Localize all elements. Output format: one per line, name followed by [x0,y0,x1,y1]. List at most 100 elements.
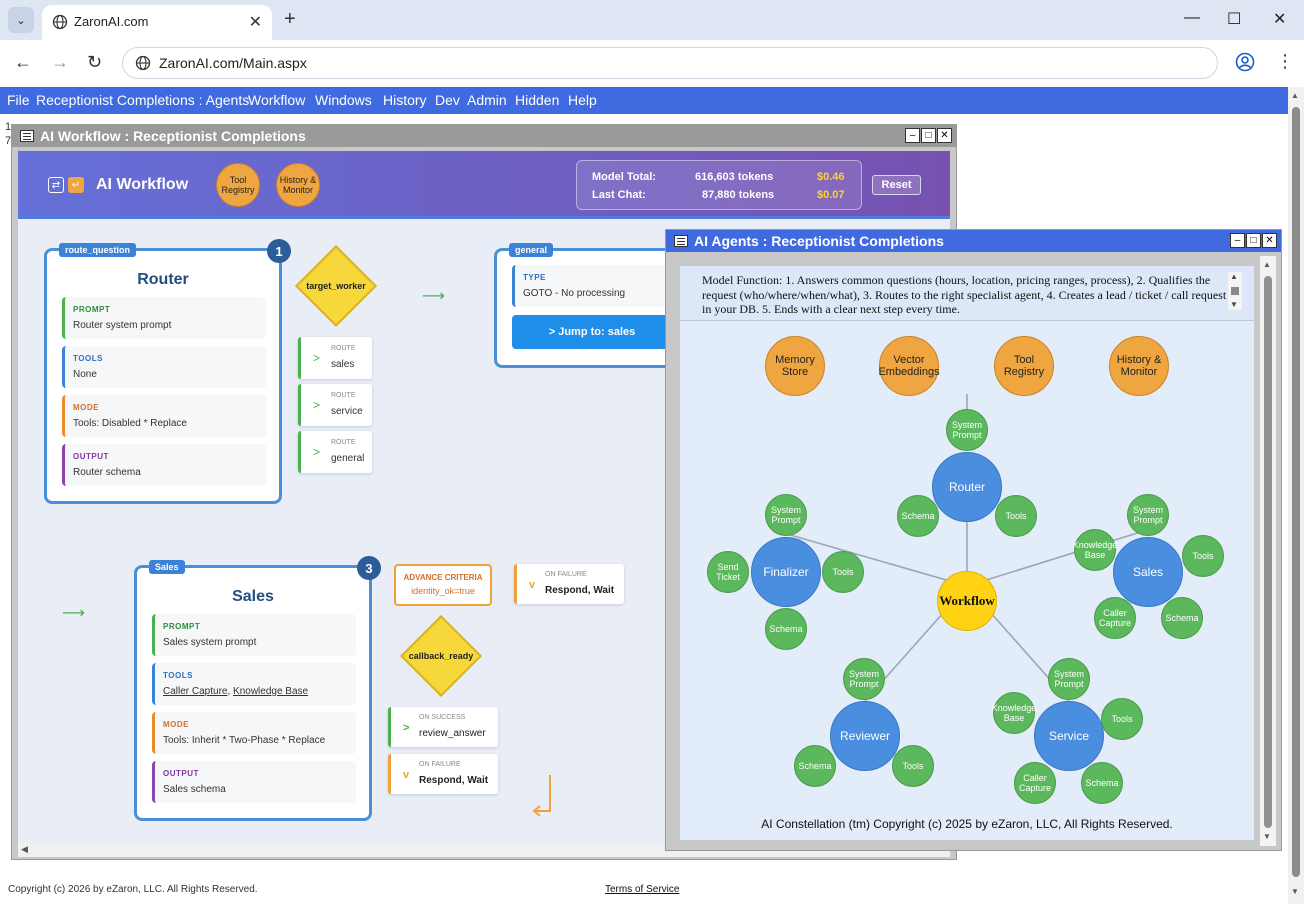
close-icon[interactable]: ✕ [937,128,952,143]
router-schema[interactable]: Schema [897,495,939,537]
service-knowledge-base[interactable]: Knowledge Base [992,692,1036,734]
browser-tab[interactable]: ZaronAI.com ✕ [42,5,272,40]
service-system-prompt[interactable]: System Prompt [1048,658,1090,700]
prompt-section[interactable]: PROMPT Sales system prompt [152,614,356,656]
finalizer-send-ticket[interactable]: Send Ticket [707,551,749,593]
history-monitor-button[interactable]: History & Monitor [276,163,320,207]
reviewer-system-prompt[interactable]: System Prompt [843,658,885,700]
sales-knowledge-base[interactable]: Knowledge Base [1073,529,1117,571]
scroll-down-icon[interactable]: ▼ [1263,832,1271,841]
scroll-left-icon[interactable]: ◀ [21,844,28,855]
service-caller-capture[interactable]: Caller Capture [1014,762,1056,804]
chevron-down-icon[interactable]: ⌄ [8,7,34,33]
reset-button[interactable]: Reset [872,175,921,195]
agent-reviewer[interactable]: Reviewer [830,701,900,771]
output-section[interactable]: OUTPUT Sales schema [152,761,356,803]
menu-hidden[interactable]: Hidden [515,92,559,108]
terms-of-service-link[interactable]: Terms of Service [605,884,679,895]
menu-agents[interactable]: Receptionist Completions : Agents [36,92,249,108]
back-icon[interactable]: ← [14,52,32,73]
close-icon[interactable]: ✕ [1262,233,1277,248]
tool-registry-button[interactable]: Tool Registry [216,163,260,207]
tools-section[interactable]: TOOLS None [62,346,266,388]
minimize-icon[interactable]: – [1230,233,1245,248]
router-tools[interactable]: Tools [995,495,1037,537]
tool-registry-orb[interactable]: Tool Registry [994,336,1054,396]
sales-schema[interactable]: Schema [1161,597,1203,639]
reviewer-schema[interactable]: Schema [794,745,836,787]
address-bar[interactable]: ZaronAI.com/Main.aspx [122,47,1218,79]
advance-criteria[interactable]: ADVANCE CRITERIA identity_ok=true [394,564,492,606]
plus-icon[interactable]: + [284,8,296,31]
agent-sales[interactable]: Sales [1113,537,1183,607]
menu-windows[interactable]: Windows [315,92,372,108]
jump-to-sales-button[interactable]: > Jump to: sales [512,315,672,349]
mode-section[interactable]: MODE Tools: Disabled * Replace [62,395,266,437]
route-service[interactable]: > ROUTE service [298,384,372,426]
scroll-up-icon[interactable]: ▲ [1291,91,1299,100]
on-failure-box[interactable]: v ON FAILURE Respond, Wait [388,754,498,794]
history-monitor-orb[interactable]: History & Monitor [1109,336,1169,396]
kebab-menu-icon[interactable]: ⋮ [1276,51,1294,72]
agents-scrollbar[interactable]: ▲ ▼ [1260,256,1276,846]
menu-admin[interactable]: Admin [467,92,507,108]
swap-icon[interactable]: ⇄ [48,177,64,193]
page-scrollbar[interactable]: ▲ ▼ [1288,87,1304,904]
menu-help[interactable]: Help [568,92,597,108]
menu-history[interactable]: History [383,92,427,108]
maximize-icon[interactable]: □ [921,128,936,143]
close-window-icon[interactable]: ✕ [1273,9,1286,29]
tools-section[interactable]: TOOLS Caller Capture, Knowledge Base [152,663,356,705]
scroll-thumb[interactable] [1264,276,1272,828]
scroll-up-icon[interactable]: ▲ [1263,260,1271,269]
sales-node[interactable]: Sales 3 Sales PROMPT Sales system prompt… [134,556,381,821]
route-value: service [331,406,363,417]
menu-workflow[interactable]: Workflow [248,92,305,108]
window-menu-icon[interactable] [20,130,34,142]
vector-embeddings-orb[interactable]: Vector Embeddings [878,336,940,396]
memory-store-orb[interactable]: Memory Store [765,336,825,396]
agent-router[interactable]: Router [932,452,1002,522]
route-general[interactable]: > ROUTE general [298,431,372,473]
agent-service[interactable]: Service [1034,701,1104,771]
agents-window-titlebar[interactable]: AI Agents : Receptionist Completions – □… [666,230,1281,252]
tool-link-knowledge-base[interactable]: Knowledge Base [233,686,308,697]
agent-finalizer[interactable]: Finalizer [751,537,821,607]
sales-caller-capture[interactable]: Caller Capture [1094,597,1136,639]
reviewer-tools[interactable]: Tools [892,745,934,787]
workflow-hub[interactable]: Workflow [937,571,997,631]
service-tools[interactable]: Tools [1101,698,1143,740]
service-schema[interactable]: Schema [1081,762,1123,804]
site-info-icon[interactable] [135,55,151,71]
route-value: sales [331,359,355,370]
finalizer-system-prompt[interactable]: System Prompt [765,494,807,536]
finalizer-schema[interactable]: Schema [765,608,807,650]
finalizer-tools[interactable]: Tools [822,551,864,593]
menu-file[interactable]: File [7,92,30,108]
maximize-icon[interactable]: □ [1246,233,1261,248]
route-sales[interactable]: > ROUTE sales [298,337,372,379]
on-failure-box[interactable]: v ON FAILURE Respond, Wait [514,564,624,604]
window-menu-icon[interactable] [674,235,688,247]
close-icon[interactable]: ✕ [249,12,262,32]
menu-dev[interactable]: Dev [435,92,460,108]
scroll-thumb[interactable] [1292,107,1300,877]
sales-system-prompt[interactable]: System Prompt [1127,494,1169,536]
profile-icon[interactable] [1235,52,1255,72]
mode-section[interactable]: MODE Tools: Inherit * Two-Phase * Replac… [152,712,356,754]
workflow-window-titlebar[interactable]: AI Workflow : Receptionist Completions –… [12,125,956,147]
minimize-icon[interactable]: — [1184,9,1200,27]
prompt-section[interactable]: PROMPT Router system prompt [62,297,266,339]
sales-tools[interactable]: Tools [1182,535,1224,577]
tool-link-caller-capture[interactable]: Caller Capture [163,686,227,697]
reload-icon[interactable]: ↻ [87,52,102,73]
forward-icon[interactable]: → [51,52,69,73]
router-node[interactable]: route_question 1 Router PROMPT Router sy… [44,239,291,504]
maximize-icon[interactable]: ☐ [1227,9,1241,29]
return-icon[interactable]: ↵ [68,177,84,193]
on-success-box[interactable]: > ON SUCCESS review_answer [388,707,498,747]
output-section[interactable]: OUTPUT Router schema [62,444,266,486]
router-system-prompt[interactable]: System Prompt [946,409,988,451]
minimize-icon[interactable]: – [905,128,920,143]
scroll-down-icon[interactable]: ▼ [1291,887,1299,896]
